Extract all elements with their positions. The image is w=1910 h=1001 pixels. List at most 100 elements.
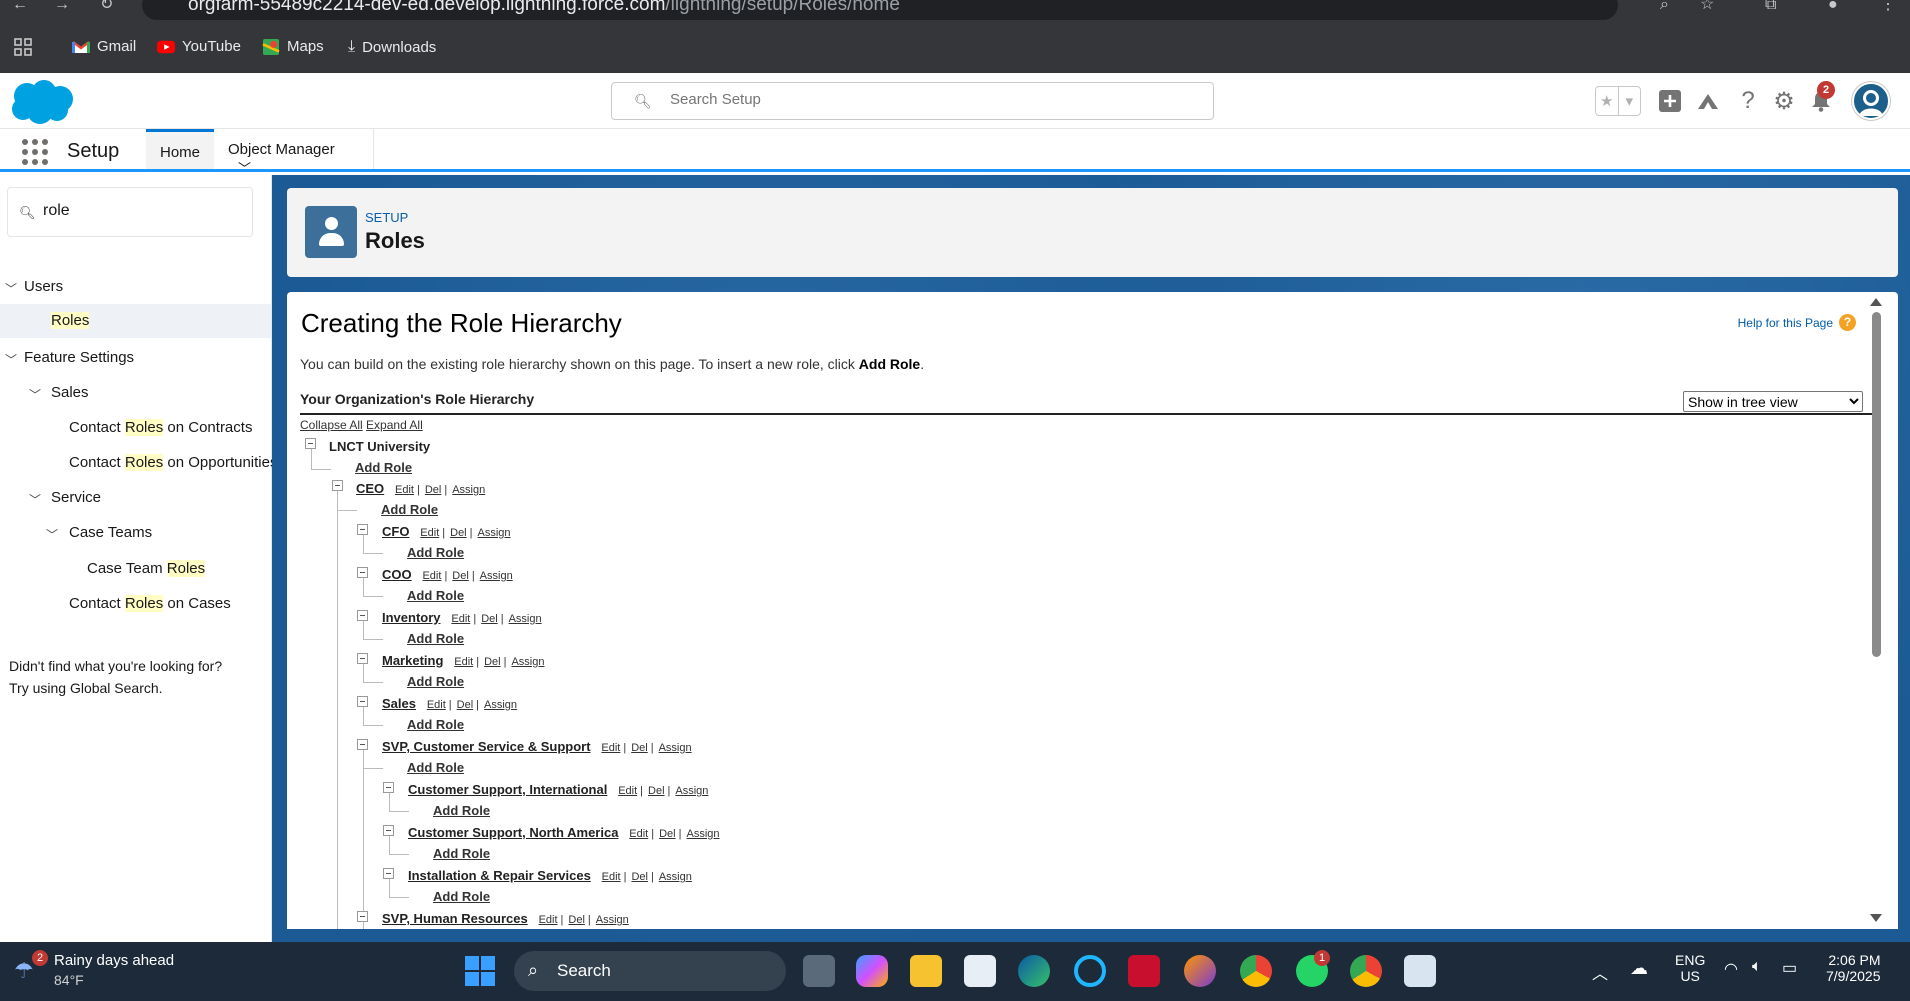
- assign-link[interactable]: Assign: [596, 914, 629, 926]
- role-name-link[interactable]: COO: [382, 567, 412, 582]
- edit-link[interactable]: Edit: [454, 656, 473, 668]
- alexa-icon[interactable]: [1074, 955, 1106, 987]
- global-actions-icon[interactable]: [1656, 87, 1684, 115]
- sidebar-item-roles-row[interactable]: [0, 304, 271, 338]
- trailhead-icon[interactable]: [1694, 87, 1722, 115]
- onedrive-icon[interactable]: ☁: [1630, 958, 1648, 979]
- sidebar-item-contact-roles-opportunities[interactable]: Contact Roles on Opportunities: [69, 454, 277, 471]
- chevron-down-icon[interactable]: ﹀: [29, 386, 41, 403]
- add-role-link[interactable]: Add Role: [407, 631, 464, 646]
- add-role-link[interactable]: Add Role: [433, 889, 490, 904]
- salesforce-logo-icon[interactable]: [8, 79, 74, 125]
- wifi-icon[interactable]: ◠: [1724, 959, 1738, 979]
- collapse-toggle[interactable]: [357, 653, 368, 664]
- collapse-toggle[interactable]: [357, 567, 368, 578]
- sidebar-item-sales[interactable]: Sales: [51, 384, 89, 401]
- del-link[interactable]: Del: [648, 785, 665, 797]
- role-name-link[interactable]: CFO: [382, 524, 409, 539]
- search-icon[interactable]: ⌕: [1660, 0, 1669, 13]
- sidebar-item-case-team-roles[interactable]: Case Team Roles: [87, 560, 206, 577]
- chevron-up-icon[interactable]: ︿: [1592, 960, 1608, 984]
- language-indicator[interactable]: ENG US: [1675, 952, 1705, 984]
- collapse-toggle[interactable]: [357, 610, 368, 621]
- del-link[interactable]: Del: [457, 699, 474, 711]
- add-role-link[interactable]: Add Role: [407, 545, 464, 560]
- global-search-input[interactable]: [670, 91, 1170, 108]
- sidebar-item-roles[interactable]: Roles: [51, 312, 90, 329]
- role-name-link[interactable]: SVP, Human Resources: [382, 911, 528, 926]
- windows-start-icon[interactable]: [465, 956, 495, 986]
- collapse-toggle[interactable]: [383, 825, 394, 836]
- role-name-link[interactable]: CEO: [356, 481, 384, 496]
- global-search-box[interactable]: 🔍︎: [611, 82, 1214, 120]
- sidebar-item-case-teams[interactable]: Case Teams: [69, 524, 152, 541]
- forward-icon[interactable]: →: [54, 0, 70, 13]
- chevron-down-icon[interactable]: ﹀: [46, 526, 58, 543]
- chevron-down-icon[interactable]: ▾: [1617, 87, 1641, 115]
- volume-icon[interactable]: 🔈︎: [1752, 958, 1762, 976]
- app-launcher-icon[interactable]: [22, 139, 48, 165]
- add-role-link[interactable]: Add Role: [433, 846, 490, 861]
- chevron-down-icon[interactable]: ﹀: [5, 351, 17, 368]
- favorites-button[interactable]: ★ ▾: [1595, 86, 1641, 116]
- del-link[interactable]: Del: [450, 527, 467, 539]
- edit-link[interactable]: Edit: [629, 828, 648, 840]
- collapse-toggle[interactable]: [332, 480, 343, 491]
- assign-link[interactable]: Assign: [659, 742, 692, 754]
- role-name-link[interactable]: Inventory: [382, 610, 441, 625]
- tab-home[interactable]: Home: [146, 129, 214, 169]
- bookmark-gmail[interactable]: Gmail: [72, 38, 136, 55]
- del-link[interactable]: Del: [425, 484, 442, 496]
- scroll-down-icon[interactable]: [1870, 914, 1882, 922]
- scroll-up-icon[interactable]: [1870, 298, 1882, 306]
- collapse-toggle[interactable]: [357, 739, 368, 750]
- taskbar-search[interactable]: ⌕ Search: [514, 951, 786, 991]
- collapse-toggle[interactable]: [383, 868, 394, 879]
- collapse-all-link[interactable]: Collapse All: [300, 418, 363, 432]
- chrome-icon[interactable]: [1240, 955, 1272, 987]
- scroll-thumb[interactable]: [1872, 312, 1881, 657]
- role-name-link[interactable]: Installation & Repair Services: [408, 868, 591, 883]
- copilot-icon[interactable]: [856, 955, 888, 987]
- assign-link[interactable]: Assign: [675, 785, 708, 797]
- file-explorer-icon[interactable]: [910, 955, 942, 987]
- sidebar-item-users[interactable]: Users: [24, 278, 63, 295]
- chevron-down-icon[interactable]: ﹀: [29, 491, 41, 508]
- role-name-link[interactable]: Sales: [382, 696, 416, 711]
- collapse-toggle[interactable]: [357, 524, 368, 535]
- assign-link[interactable]: Assign: [452, 484, 485, 496]
- content-scrollbar[interactable]: [1869, 292, 1883, 929]
- add-role-link[interactable]: Add Role: [355, 460, 412, 475]
- apps-icon[interactable]: [14, 38, 32, 56]
- task-view-icon[interactable]: [803, 955, 835, 987]
- collapse-toggle[interactable]: [383, 782, 394, 793]
- edit-link[interactable]: Edit: [601, 742, 620, 754]
- url-text[interactable]: orgfarm-55489c2214-dev-ed.develop.lightn…: [188, 0, 900, 16]
- sidebar-item-feature-settings[interactable]: Feature Settings: [24, 349, 134, 366]
- edit-link[interactable]: Edit: [602, 871, 621, 883]
- edit-link[interactable]: Edit: [420, 527, 439, 539]
- del-link[interactable]: Del: [659, 828, 676, 840]
- profile-icon[interactable]: ●: [1828, 0, 1838, 13]
- back-icon[interactable]: ←: [12, 0, 28, 13]
- assign-link[interactable]: Assign: [480, 570, 513, 582]
- edge-icon[interactable]: [1018, 955, 1050, 987]
- del-link[interactable]: Del: [481, 613, 498, 625]
- del-link[interactable]: Del: [631, 871, 648, 883]
- snipping-tool-icon[interactable]: [1404, 955, 1436, 987]
- sidebar-item-contact-roles-contracts[interactable]: Contact Roles on Contracts: [69, 419, 252, 436]
- edit-link[interactable]: Edit: [422, 570, 441, 582]
- reload-icon[interactable]: ↻: [100, 0, 113, 13]
- bookmark-downloads[interactable]: ⤓ Downloads: [348, 38, 436, 56]
- assign-link[interactable]: Assign: [478, 527, 511, 539]
- add-role-link[interactable]: Add Role: [407, 717, 464, 732]
- edit-link[interactable]: Edit: [451, 613, 470, 625]
- edit-link[interactable]: Edit: [427, 699, 446, 711]
- bookmark-youtube[interactable]: YouTube: [157, 38, 241, 55]
- del-link[interactable]: Del: [484, 656, 501, 668]
- chevron-down-icon[interactable]: ﹀: [5, 280, 17, 297]
- help-link[interactable]: Help for this Page ?: [1738, 314, 1856, 331]
- add-role-link[interactable]: Add Role: [433, 803, 490, 818]
- menu-icon[interactable]: ⋮: [1880, 0, 1896, 13]
- role-name-link[interactable]: Customer Support, International: [408, 782, 607, 797]
